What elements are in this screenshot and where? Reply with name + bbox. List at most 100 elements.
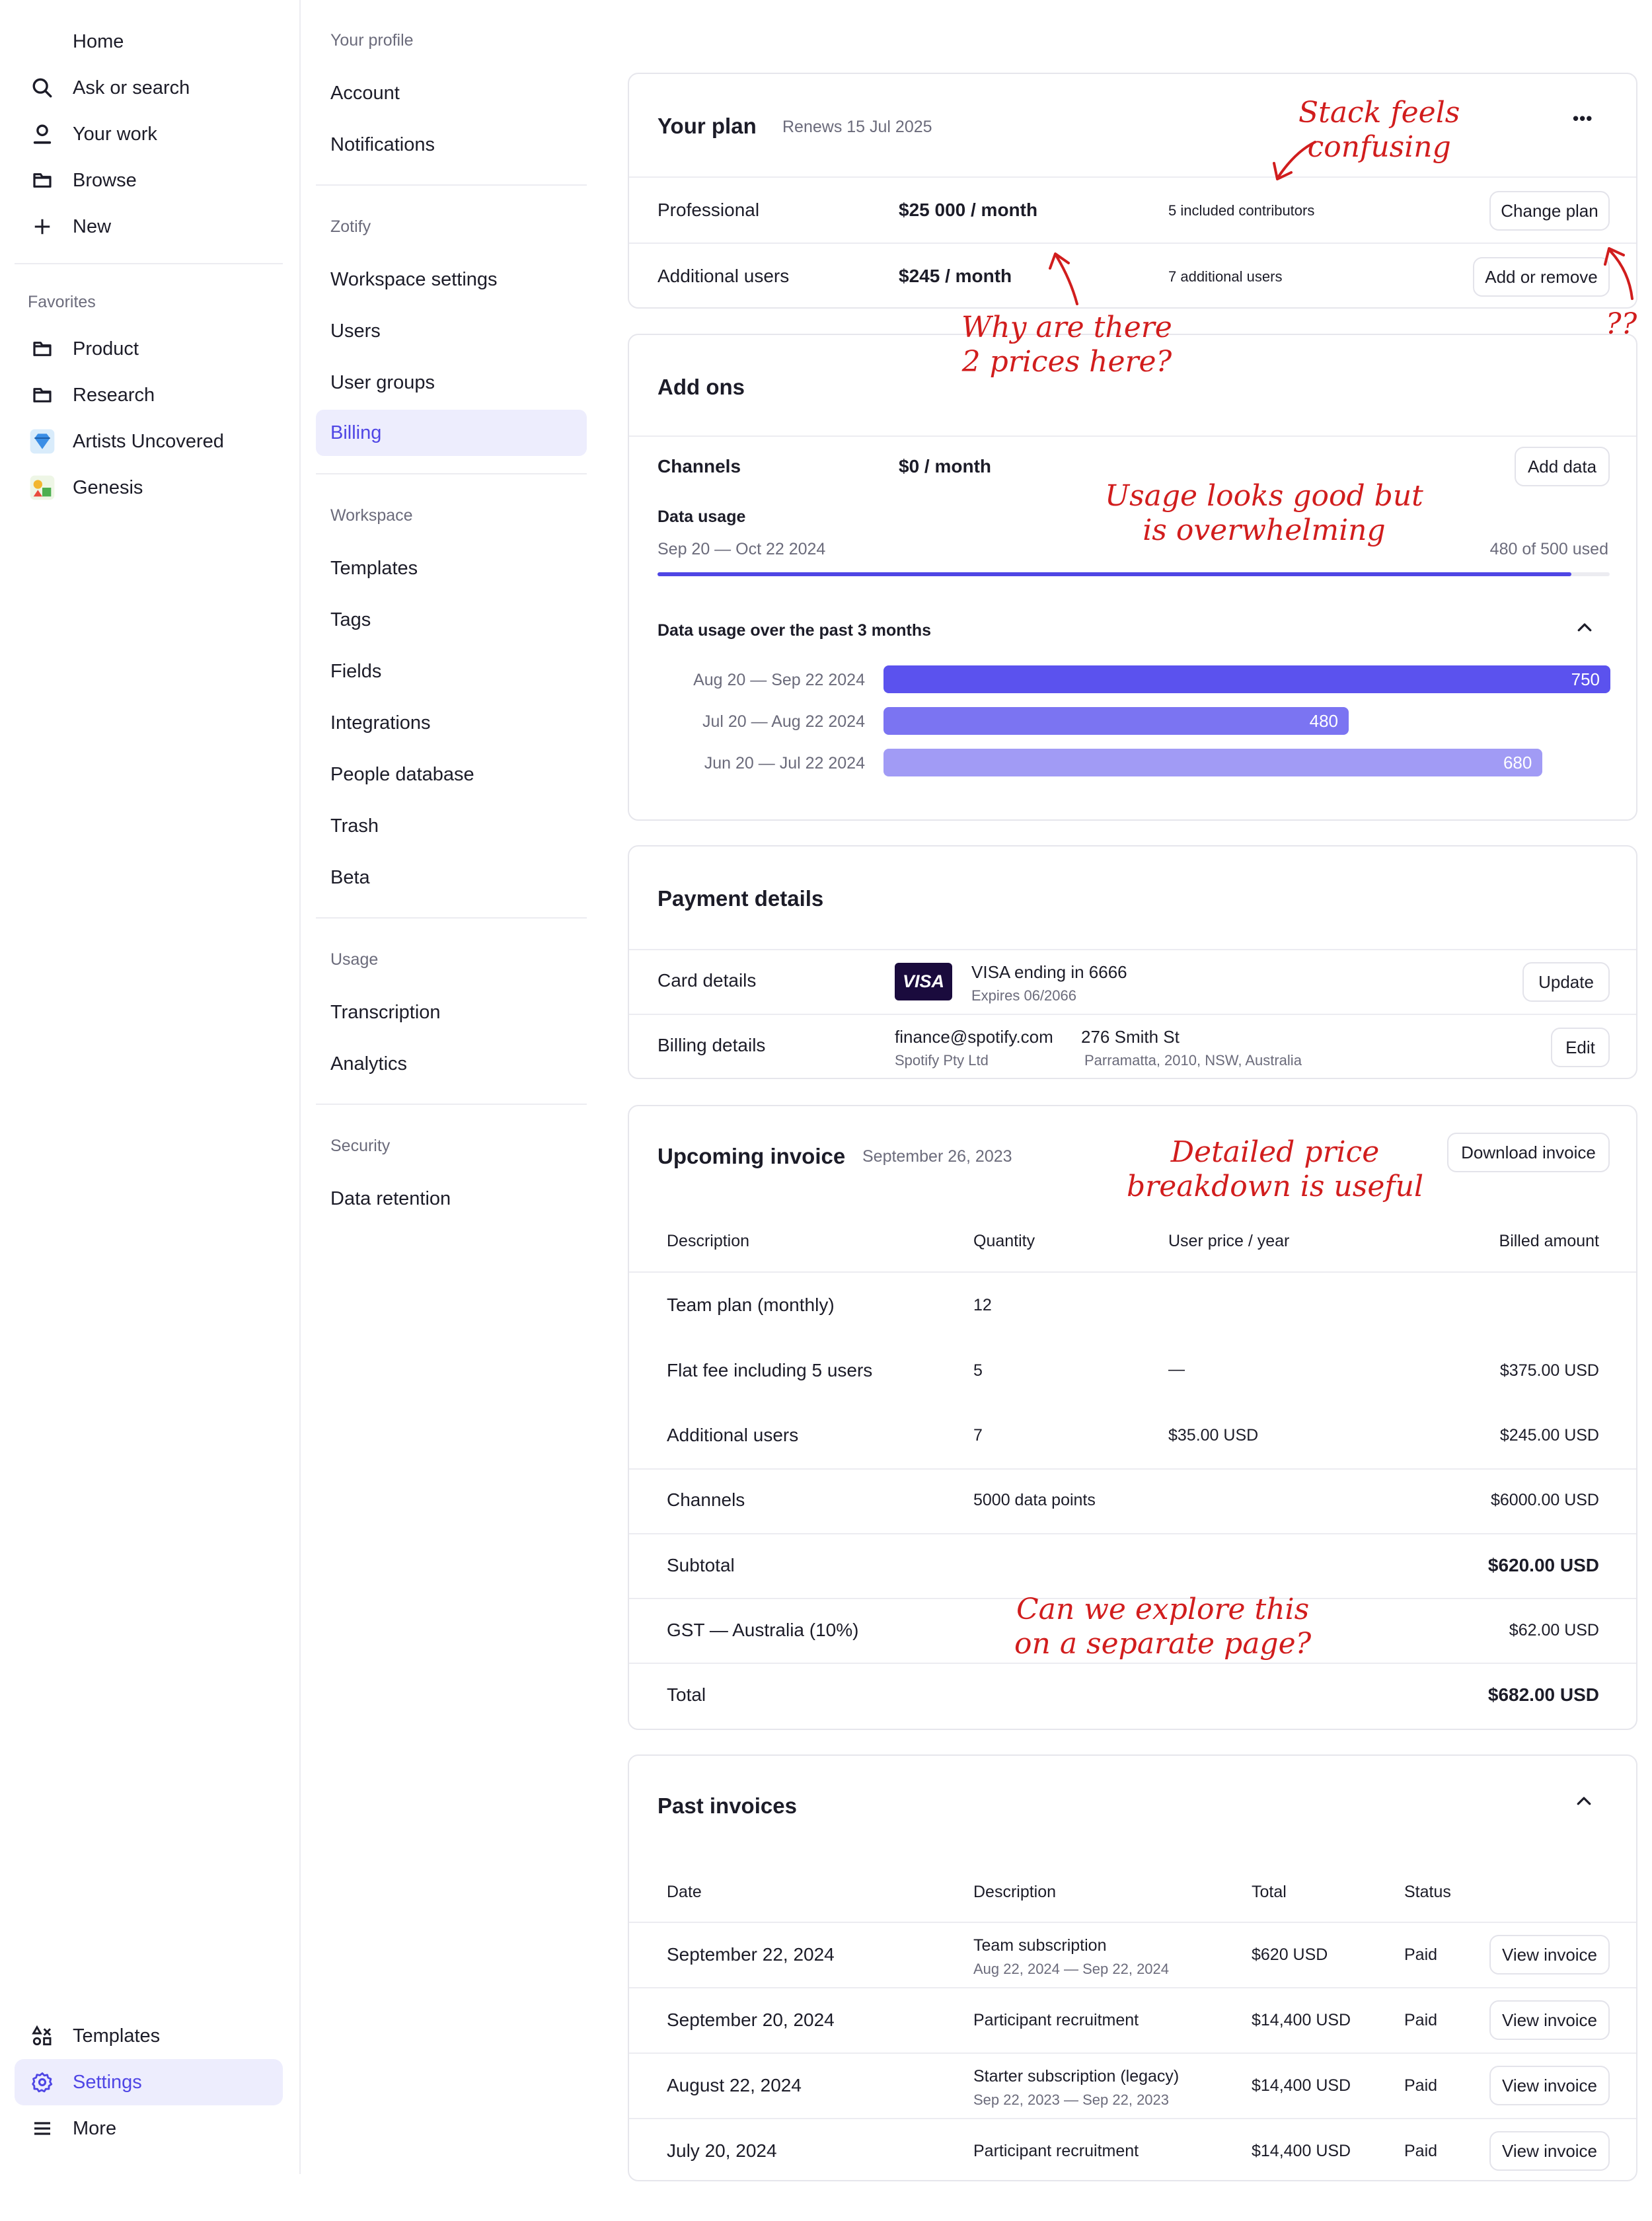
column-header: Description [667, 1232, 750, 1250]
view-invoice-button[interactable]: View invoice [1489, 2000, 1610, 2040]
chart-category-label: Jul 20 — Aug 22 2024 [702, 712, 865, 731]
divider [316, 1104, 587, 1105]
plan-renews: Renews 15 Jul 2025 [782, 118, 932, 136]
annotation-line: Can we explore this [1016, 1593, 1310, 1626]
column-header: Status [1404, 1883, 1451, 1901]
favorite-genesis[interactable]: Genesis [15, 465, 283, 511]
billing-street: 276 Smith St [1081, 1027, 1180, 1047]
more-icon[interactable]: ••• [1573, 108, 1593, 129]
settings-item-workspace-settings[interactable]: Workspace settings [316, 256, 587, 303]
settings-item-notifications[interactable]: Notifications [316, 122, 587, 168]
settings-item-integrations[interactable]: Integrations [316, 700, 587, 746]
usage-chart: Aug 20 — Sep 22 2024 750 Jul 20 — Aug 22 2… [629, 665, 1636, 791]
annotation-note: Can we explore this on a separate page? [1014, 1593, 1311, 1661]
past-invoice-period: Sep 22, 2023 — Sep 22, 2023 [973, 2091, 1170, 2108]
settings-item-analytics[interactable]: Analytics [316, 1041, 587, 1087]
card-details-label: Card details [657, 970, 757, 991]
settings-item-tags[interactable]: Tags [316, 597, 587, 643]
view-invoice-button[interactable]: View invoice [1489, 1935, 1610, 1975]
settings-section-heading: Workspace [330, 506, 413, 525]
change-plan-button[interactable]: Change plan [1489, 191, 1610, 231]
chart-bar: 480 [883, 707, 1349, 735]
plan-title: Your plan [657, 114, 757, 138]
nav-templates[interactable]: Templates [15, 2013, 283, 2059]
download-invoice-button[interactable]: Download invoice [1447, 1133, 1610, 1172]
settings-item-fields[interactable]: Fields [316, 648, 587, 695]
nav-your-work[interactable]: Your work [15, 111, 283, 157]
divider [316, 917, 587, 919]
invoice-line-amount: $6000.00 USD [1490, 1491, 1599, 1509]
past-invoice-period: Aug 22, 2024 — Sep 22, 2024 [973, 1961, 1170, 1977]
chart-value-label: 750 [1571, 669, 1600, 689]
settings-item-user-groups[interactable]: User groups [316, 359, 587, 406]
add-data-button[interactable]: Add data [1515, 447, 1610, 486]
nav-new[interactable]: New [15, 204, 283, 250]
settings-item-beta[interactable]: Beta [316, 854, 587, 901]
divider [629, 949, 1636, 950]
settings-item-people-database[interactable]: People database [316, 751, 587, 798]
annotation-arrow [1273, 141, 1316, 180]
favorites-heading: Favorites [28, 293, 96, 311]
nav-label: Research [73, 384, 155, 406]
usage-history-title: Data usage over the past 3 months [657, 621, 932, 640]
usage-count: 480 of 500 used [1489, 540, 1608, 558]
nav-more[interactable]: More [15, 2105, 283, 2152]
annotation-line: on a separate page? [1014, 1627, 1312, 1661]
billing-city: Parramatta, 2010, NSW, Australia [1084, 1052, 1302, 1069]
nav-label: Product [73, 338, 139, 359]
annotation-line: is overwhelming [1143, 513, 1386, 547]
favorite-product[interactable]: Product [15, 326, 283, 372]
settings-item-users[interactable]: Users [316, 308, 587, 354]
divider [629, 1922, 1636, 1923]
subtotal-value: $620.00 USD [1487, 1555, 1599, 1575]
settings-item-account[interactable]: Account [316, 70, 587, 116]
settings-item-billing[interactable]: Billing [316, 410, 587, 456]
divider [629, 1663, 1636, 1664]
billing-details-label: Billing details [657, 1035, 766, 1055]
nav-label: Settings [73, 2071, 142, 2093]
past-invoice-total: $14,400 USD [1252, 2076, 1351, 2095]
addons-title: Add ons [657, 375, 745, 399]
nav-home[interactable]: Home [15, 19, 283, 65]
past-invoice-status: Paid [1404, 1945, 1438, 1964]
past-invoice-date: September 22, 2024 [667, 1944, 835, 1965]
chart-value-label: 480 [1309, 710, 1338, 731]
settings-section-heading: Zotify [330, 217, 371, 236]
invoice-line-description: Channels [667, 1489, 745, 1510]
invoice-line-quantity: 12 [973, 1296, 992, 1314]
chevron-up-icon[interactable] [1575, 618, 1595, 642]
nav-ask-or-search[interactable]: Ask or search [15, 65, 283, 111]
settings-item-trash[interactable]: Trash [316, 803, 587, 849]
divider [629, 1271, 1636, 1273]
chevron-up-icon[interactable] [1574, 1791, 1594, 1816]
nav-label: Your work [73, 123, 157, 145]
column-header: Description [973, 1883, 1057, 1901]
divider [629, 1533, 1636, 1534]
favorite-artists-uncovered[interactable]: Artists Uncovered [15, 418, 283, 465]
folder-icon [28, 334, 57, 363]
usage-progress-fill [657, 572, 1572, 576]
plan-row-info: 5 included contributors [1168, 202, 1315, 219]
total-value: $682.00 USD [1487, 1684, 1599, 1705]
view-invoice-button[interactable]: View invoice [1489, 2131, 1610, 2171]
view-invoice-button[interactable]: View invoice [1489, 2066, 1610, 2105]
plan-row-name: Professional [657, 200, 760, 220]
edit-billing-button[interactable]: Edit [1551, 1028, 1610, 1067]
nav-browse[interactable]: Browse [15, 157, 283, 204]
update-card-button[interactable]: Update [1522, 962, 1610, 1002]
usage-progress-track [657, 572, 1610, 576]
channels-label: Channels [657, 456, 741, 476]
past-invoice-description: Participant recruitment [973, 2011, 1139, 2029]
plan-card: Your plan Renews 15 Jul 2025 ••• Profess… [628, 73, 1637, 309]
add-or-remove-button[interactable]: Add or remove [1473, 257, 1610, 297]
settings-item-transcription[interactable]: Transcription [316, 989, 587, 1035]
nav-settings[interactable]: Settings [15, 2059, 283, 2105]
divider [629, 2118, 1636, 2119]
folder-icon [28, 166, 57, 195]
invoice-line-description: Flat fee including 5 users [667, 1360, 873, 1380]
settings-item-data-retention[interactable]: Data retention [316, 1176, 587, 1222]
subtotal-label: Subtotal [667, 1555, 735, 1575]
invoice-line-quantity: 7 [973, 1426, 983, 1445]
favorite-research[interactable]: Research [15, 372, 283, 418]
settings-item-templates[interactable]: Templates [316, 545, 587, 591]
